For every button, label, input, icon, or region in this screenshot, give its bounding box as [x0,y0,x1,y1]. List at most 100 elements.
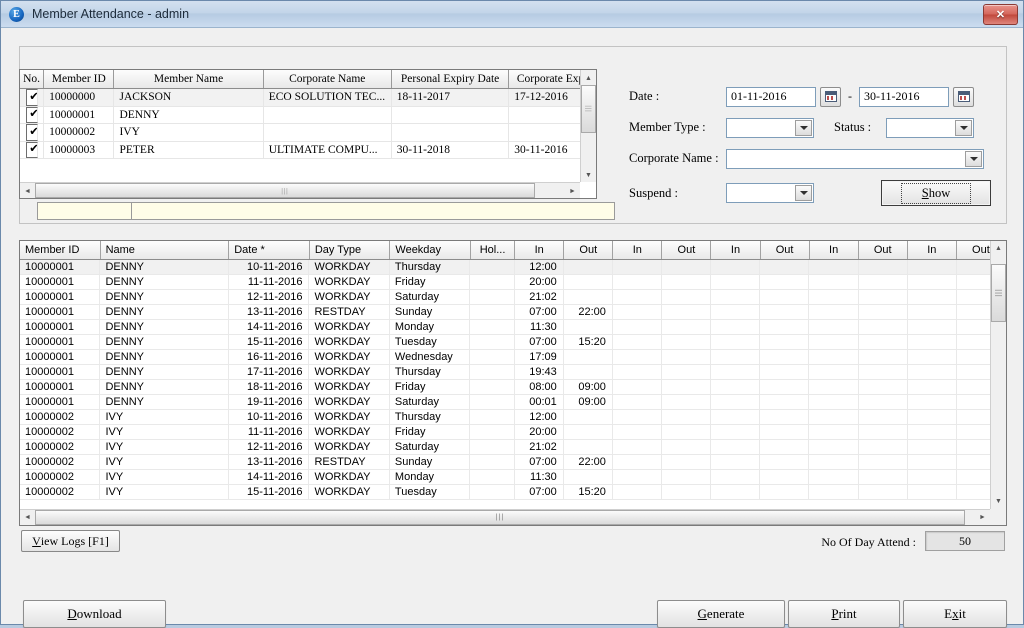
table-row[interactable]: 10000002 IVY 14-11-2016 WORKDAY Monday 11:30 [20,470,1006,485]
member-grid-cell [264,124,392,141]
attendance-col-1[interactable]: Name [101,241,230,259]
attendance-col-11[interactable]: Out [761,241,810,259]
attendance-vthumb[interactable]: ||| [991,264,1006,322]
row-checkbox[interactable]: ✔ [20,89,45,106]
chevron-down-icon[interactable] [795,119,812,136]
checkbox-icon[interactable]: ✔ [25,141,38,158]
attendance-table-body[interactable]: 10000001 DENNY 10-11-2016 WORKDAY Thursday 12… [20,260,1006,500]
member-grid-htrack[interactable]: ||| [35,183,565,198]
row-checkbox[interactable]: ✔ [20,141,45,158]
attendance-col-5[interactable]: Hol... [471,241,516,259]
member-grid-vthumb[interactable]: ||| [581,85,596,133]
scroll-left-icon[interactable]: ◄ [20,510,35,525]
checkbox-icon[interactable]: ✔ [25,106,38,123]
chevron-down-icon[interactable] [955,119,972,136]
attendance-col-3[interactable]: Day Type [310,241,391,259]
table-row[interactable]: 10000002 IVY 12-11-2016 WORKDAY Saturday 21:0… [20,440,1006,455]
attendance-hthumb[interactable]: ||| [35,510,965,525]
attendance-col-6[interactable]: In [515,241,565,259]
date-from-input[interactable]: 01-11-2016 [726,86,816,107]
attendance-col-4[interactable]: Weekday [390,241,471,259]
scroll-up-icon[interactable]: ▲ [991,241,1006,256]
table-row[interactable]: 10000002 IVY 15-11-2016 WORKDAY Tuesday 07:00… [20,485,1006,500]
checkbox-icon[interactable]: ✔ [25,89,38,106]
table-row[interactable]: 10000001 DENNY 12-11-2016 WORKDAY Saturday 21… [20,290,1006,305]
table-row[interactable]: 10000002 IVY 13-11-2016 RESTDAY Sunday 07:00 2… [20,455,1006,470]
attendance-cell [809,395,859,410]
attendance-vscrollbar[interactable]: ▲ ||| ▼ [990,241,1006,509]
table-row[interactable]: 10000001 DENNY 11-11-2016 WORKDAY Friday 20:0… [20,275,1006,290]
scroll-left-icon[interactable]: ◄ [20,183,35,198]
status-select[interactable] [886,117,974,138]
attendance-col-0[interactable]: Member ID [20,241,101,259]
table-row[interactable]: 10000001 DENNY 10-11-2016 WORKDAY Thursday 12… [20,260,1006,275]
scroll-right-icon[interactable]: ► [975,510,990,525]
member-grid-col-3[interactable]: Corporate Name [264,70,392,88]
close-icon[interactable]: ✕ [983,4,1018,25]
member-grid-col-1[interactable]: Member ID [44,70,115,88]
calendar-to-icon[interactable] [953,86,974,107]
attendance-col-14[interactable]: In [908,241,957,259]
suspend-select[interactable] [726,183,814,203]
table-row[interactable]: 10000001 DENNY 15-11-2016 WORKDAY Tuesday 07:… [20,335,1006,350]
member-grid-row[interactable]: ✔ 10000001DENNY [20,106,596,124]
attendance-cell: Thursday [389,260,471,275]
attendance-col-7[interactable]: Out [564,241,614,259]
download-button[interactable]: Download [23,600,166,628]
attendance-hscrollbar[interactable]: ◄ ||| ► [20,509,990,525]
attendance-col-13[interactable]: Out [859,241,908,259]
calendar-from-icon[interactable] [820,86,841,107]
table-row[interactable]: 10000001 DENNY 17-11-2016 WORKDAY Thursday 19… [20,365,1006,380]
attendance-cell [662,455,712,470]
row-checkbox[interactable]: ✔ [20,106,45,123]
table-row[interactable]: 10000001 DENNY 13-11-2016 RESTDAY Sunday 07:0… [20,305,1006,320]
member-grid-body[interactable]: ✔ 10000000JACKSONECO SOLUTION TEC...18-11… [20,89,596,159]
date-to-input[interactable]: 30-11-2016 [859,86,949,107]
member-grid-row[interactable]: ✔ 10000000JACKSONECO SOLUTION TEC...18-11… [20,89,596,107]
status-label: Status : [834,120,872,134]
table-row[interactable]: 10000002 IVY 11-11-2016 WORKDAY Friday 20:00 [20,425,1006,440]
member-grid-vtrack[interactable]: ||| [581,85,596,167]
member-grid-row[interactable]: ✔ 10000003PETERULTIMATE COMPU...30-11-201… [20,141,596,159]
generate-button[interactable]: Generate [657,600,785,628]
table-row[interactable]: 10000001 DENNY 18-11-2016 WORKDAY Friday 08:0… [20,380,1006,395]
attendance-table[interactable]: Member ID Name Date * Day Type Weekday Hol...… [19,240,1007,526]
chevron-down-icon[interactable] [965,150,982,167]
member-grid-hscrollbar[interactable]: ◄ ||| ► [20,182,580,198]
table-row[interactable]: 10000001 DENNY 14-11-2016 WORKDAY Monday 11:3… [20,320,1006,335]
checkbox-icon[interactable]: ✔ [25,124,38,141]
attendance-col-9[interactable]: Out [662,241,712,259]
member-grid-vscrollbar[interactable]: ▲ ||| ▼ [580,70,596,182]
attendance-cell: DENNY [100,335,229,350]
member-grid-row[interactable]: ✔ 10000002IVY [20,124,596,142]
attendance-htrack[interactable]: ||| [35,510,975,525]
attendance-col-2[interactable]: Date * [229,241,310,259]
scroll-down-icon[interactable]: ▼ [581,167,596,182]
member-type-select[interactable] [726,117,814,138]
attendance-cell [470,410,515,425]
show-button[interactable]: Show [881,180,991,206]
attendance-col-10[interactable]: In [711,241,761,259]
table-row[interactable]: 10000001 DENNY 19-11-2016 WORKDAY Saturday 00… [20,395,1006,410]
scroll-up-icon[interactable]: ▲ [581,70,596,85]
member-grid-col-0[interactable]: No. [20,70,45,88]
view-logs-button[interactable]: View Logs [F1] [21,530,120,552]
member-grid[interactable]: No. Member ID Member Name Corporate Name Per… [19,69,597,199]
attendance-col-8[interactable]: In [613,241,663,259]
table-row[interactable]: 10000002 IVY 10-11-2016 WORKDAY Thursday 12:0… [20,410,1006,425]
member-grid-hthumb[interactable]: ||| [35,183,535,198]
scroll-down-icon[interactable]: ▼ [991,494,1006,509]
attendance-cell: 20:00 [514,425,564,440]
member-grid-col-4[interactable]: Personal Expiry Date [392,70,510,88]
scroll-right-icon[interactable]: ► [565,183,580,198]
table-row[interactable]: 10000001 DENNY 16-11-2016 WORKDAY Wednesday 1… [20,350,1006,365]
member-grid-col-2[interactable]: Member Name [114,70,264,88]
chevron-down-icon[interactable] [795,185,812,201]
row-checkbox[interactable]: ✔ [20,124,45,141]
attendance-vtrack[interactable]: ||| [991,256,1006,494]
print-button[interactable]: Print [788,600,900,628]
corporate-name-select[interactable] [726,148,984,169]
attendance-col-12[interactable]: In [810,241,859,259]
member-grid-cell: ECO SOLUTION TEC... [264,89,392,106]
exit-button[interactable]: Ex it [903,600,1007,628]
